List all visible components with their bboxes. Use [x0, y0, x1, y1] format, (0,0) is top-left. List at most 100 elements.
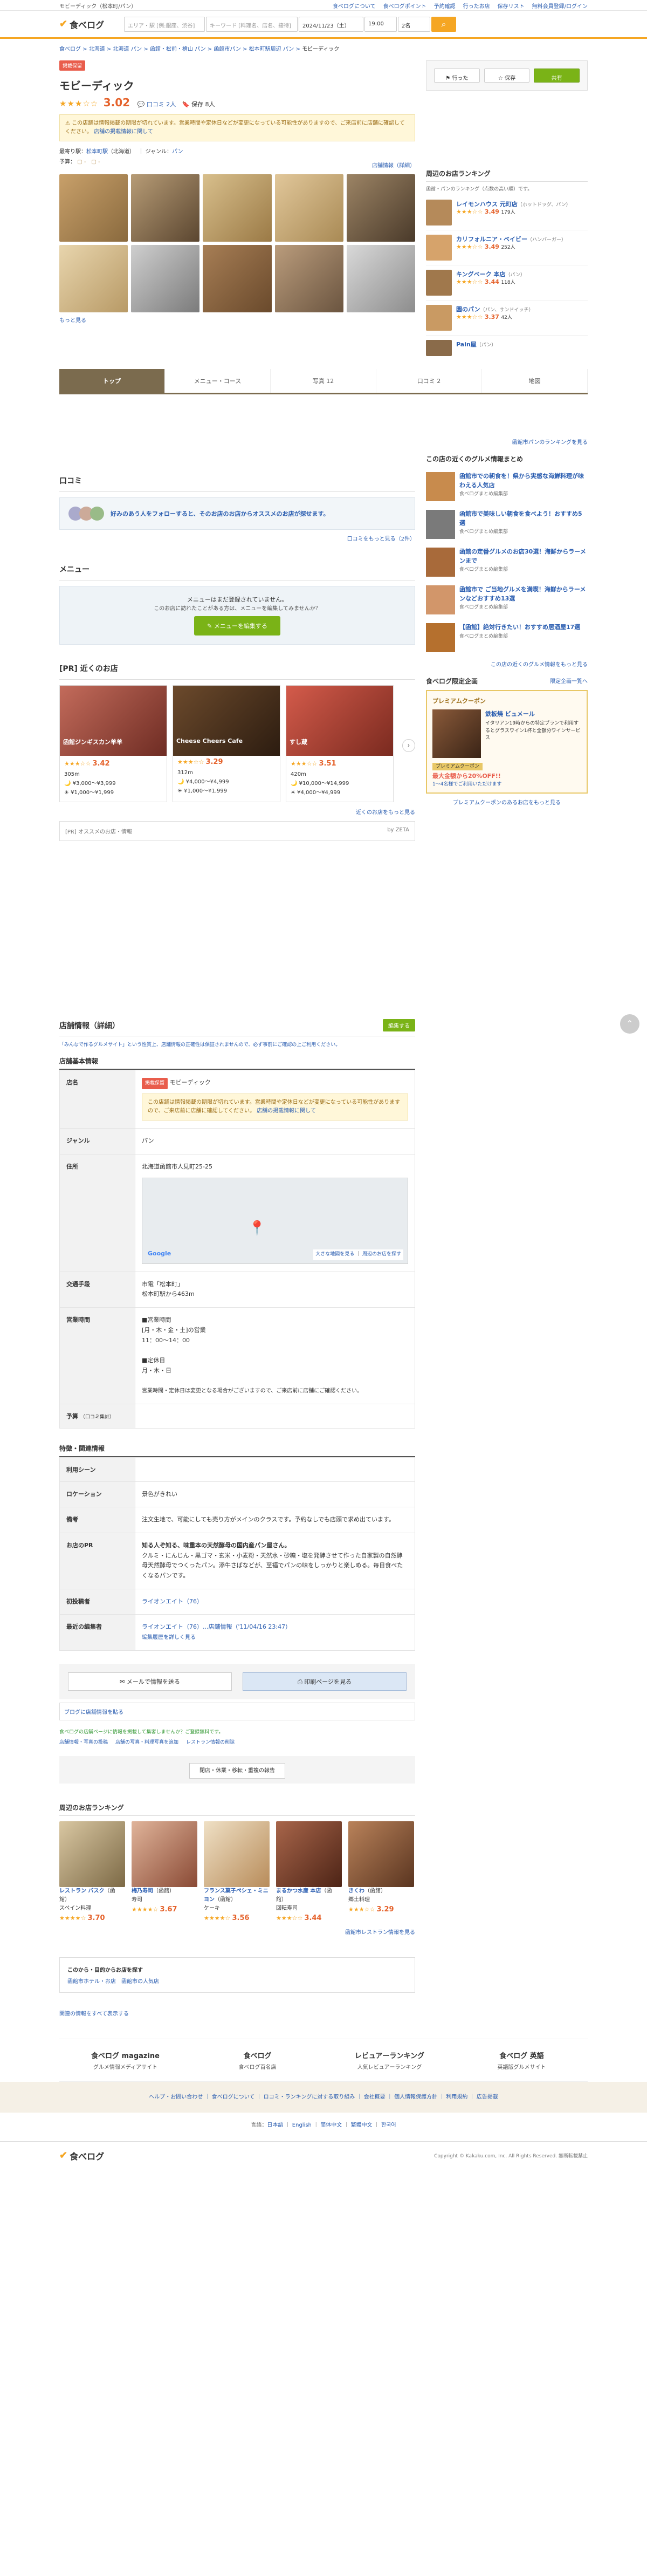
footer-promo-item[interactable]: 食べログ 食べログ百名店 — [204, 2050, 312, 2071]
guide-item[interactable]: 函館の定番グルメのお店30選！海鮮からラーメンまで 食べログまとめ編集部 — [426, 543, 588, 581]
breadcrumb-item[interactable]: 北海道 — [89, 46, 105, 52]
date-select[interactable]: 2024/11/23（土） — [299, 16, 363, 32]
ranking-cards: レストラン バスク（函館） スペイン料理 ★★★★☆ 3.70 梅乃寿司（函館） 寿司… — [59, 1821, 415, 1924]
photo-thumb[interactable] — [346, 245, 415, 312]
footer-logo[interactable]: ✔ 食べログ — [59, 2149, 119, 2162]
tab-menu[interactable]: メニュー・コース — [165, 369, 271, 393]
more-photos-link[interactable]: もっと見る — [59, 318, 86, 324]
photo-thumb[interactable] — [274, 174, 343, 242]
scroll-top-icon[interactable]: ⌃ — [620, 1014, 639, 1034]
closed-report-button[interactable]: 閉店・休業・移転・重複の報告 — [189, 1762, 285, 1779]
restaurant-tabs: トップ メニュー・コース 写真 12 口コミ 2 地図 — [59, 369, 588, 394]
save-button[interactable]: ☆ 保存 — [484, 69, 530, 83]
share-button[interactable]: 共有 — [534, 69, 580, 83]
photo-thumb[interactable] — [59, 174, 128, 242]
delete-info-link[interactable]: レストラン情報の削除 — [186, 1738, 235, 1745]
ranking-card[interactable]: まるかつ水産 本店（函館） 回転寿司 ★★★☆☆ 3.44 — [276, 1821, 342, 1924]
photo-thumb[interactable] — [131, 245, 200, 312]
visited-link[interactable]: 行ったお店 — [463, 2, 490, 10]
photo-thumb[interactable] — [131, 174, 200, 242]
side-rank-item[interactable]: レイモンハウス 元町店（ホットドッグ、パン） ★★★☆☆ 3.49 179人 — [426, 195, 588, 230]
breadcrumb-item[interactable]: 松本町駅周辺 パン — [249, 46, 294, 52]
side-rank-item[interactable]: 園のパン（パン、サンドイッチ） ★★★☆☆ 3.37 42人 — [426, 300, 588, 336]
photo-thumb[interactable] — [274, 245, 343, 312]
side-rank-item[interactable]: カリフォルニア・ベイビー（ハンバーガー） ★★★☆☆ 3.49 252人 — [426, 230, 588, 265]
print-button[interactable]: ⎙ 印刷ページを見る — [243, 1672, 407, 1691]
suggest-link[interactable]: 函館市ホテル・お店 — [67, 1979, 116, 1985]
footer-promo-item[interactable]: レビュアーランキング 人気レビュアーランキング — [336, 2050, 444, 2071]
tab-photos[interactable]: 写真 12 — [271, 369, 376, 393]
premium-list-link[interactable]: 限定企画一覧へ — [550, 677, 588, 686]
ranking-card[interactable]: きくわ（函館） 郷土料理 ★★★☆☆ 3.29 — [348, 1821, 414, 1924]
breadcrumb-item[interactable]: 食べログ — [59, 46, 81, 52]
feature-title: 特徴・関連情報 — [59, 1429, 415, 1457]
tabelog-logo[interactable]: ✔ 食べログ — [59, 18, 119, 31]
tab-top[interactable]: トップ — [59, 369, 165, 393]
follow-promo[interactable]: 好みのあう人をフォローすると、そのお店のお店からオススメのお店が探せます。 — [59, 497, 415, 530]
ranking-more-link[interactable]: 函館市レストラン情報を見る — [345, 1930, 415, 1936]
suggest-box: このから・目的からお店を探す 函館市ホテル・お店 函館市の人気店 — [59, 1957, 415, 1993]
footer-promo-item[interactable]: 食べログ 英語 英語版グルメサイト — [468, 2050, 576, 2071]
guide-item[interactable]: 【函館】絶対行きたい！おすすめ居酒屋17選 食べログまとめ編集部 — [426, 619, 588, 657]
saved-list-link[interactable]: 保存リスト — [498, 2, 525, 10]
side-rank-item[interactable]: キングベーク 本店（パン） ★★★☆☆ 3.44 118人 — [426, 265, 588, 300]
guide-item[interactable]: 函館市で美味しい朝食を食べよう！おすすめ5選 食べログまとめ編集部 — [426, 505, 588, 543]
reservation-link[interactable]: 予約確認 — [434, 2, 456, 10]
guide-title: この店の近くのグルメ情報まとめ — [426, 455, 524, 463]
more-reviews-link[interactable]: 口コミをもっと見る（2件） — [347, 536, 415, 542]
people-select[interactable]: 2名 — [398, 16, 430, 32]
add-photo-link[interactable]: 店舗の写真・料理写真を追加 — [115, 1738, 178, 1745]
premium-more-link[interactable]: プレミアムクーポンのあるお店をもっと見る — [453, 800, 561, 806]
breadcrumb-item[interactable]: 北海道 パン — [113, 46, 142, 52]
tab-reviews[interactable]: 口コミ 2 — [376, 369, 482, 393]
nearby-title: [PR] 近くのお店 — [59, 658, 415, 680]
about-link[interactable]: 食べログについて — [333, 2, 376, 10]
blog-button[interactable]: ブログに店舗情報を貼る — [59, 1702, 415, 1720]
photo-thumb[interactable] — [203, 245, 272, 312]
keyword-input[interactable]: キーワード [料理名、店名、接待] — [206, 16, 298, 32]
detail-genre: パン — [135, 1128, 415, 1155]
search-button[interactable]: ⌕ — [431, 16, 456, 32]
review-count[interactable]: 口コミ 2人 — [147, 101, 176, 108]
premium-coupon-box[interactable]: プレミアムクーポン 鉄板焼 ビュメール イタリアン19時からの特定プランで利用する… — [426, 690, 588, 794]
breadcrumb-item[interactable]: 函館・松前・檜山 パン — [150, 46, 206, 52]
time-select[interactable]: 19:00 — [364, 16, 397, 32]
map[interactable]: 📍 Google 大きな地図を見る ｜ 周辺のお店を探す — [142, 1177, 408, 1264]
points-link[interactable]: 食べログポイント — [383, 2, 426, 10]
station-link[interactable]: 松本町駅 — [86, 149, 108, 155]
carousel-next-icon[interactable]: › — [402, 739, 415, 752]
rating-stars: ★★★☆☆ — [59, 99, 99, 108]
tab-map[interactable]: 地図 — [482, 369, 588, 393]
suggest-link[interactable]: 函館市の人気店 — [121, 1979, 159, 1985]
detail-link[interactable]: 店舗情報（詳細） — [372, 163, 415, 169]
guide-item[interactable]: 函館市での朝食を！県から実感な海鮮料理が味わえる人気店 食べログまとめ編集部 — [426, 468, 588, 505]
guide-more-link[interactable]: この店の近くのグルメ情報をもっと見る — [491, 662, 588, 668]
footer-promo-item[interactable]: 食べログ magazine グルメ情報メディアサイト — [72, 2050, 180, 2071]
side-rank-more-link[interactable]: 函館市パンのランキングを見る — [512, 440, 588, 446]
mail-button[interactable]: ✉ メールで情報を送る — [68, 1672, 232, 1691]
genre-link[interactable]: パン — [172, 149, 183, 155]
photo-thumb[interactable] — [346, 174, 415, 242]
warning-link[interactable]: 店舗の掲載情報に関して — [94, 129, 153, 135]
edit-menu-button[interactable]: ✎ メニューを編集する — [194, 616, 280, 636]
guide-item[interactable]: 函館市で ご当地グルメを満喫！海鮮からラーメンなどおすすめ13選 食べログまとめ編… — [426, 581, 588, 619]
ranking-card[interactable]: フランス菓子ペシェ・ミニヨン（函館） ケーキ ★★★★☆ 3.56 — [204, 1821, 270, 1924]
post-info-link[interactable]: 店舗情報・写真の投稿 — [59, 1738, 108, 1745]
side-rank-item[interactable]: Pain屋（パン） — [426, 336, 588, 360]
photo-thumb[interactable] — [59, 245, 128, 312]
all-info-link[interactable]: 関連の情報をすべて表示する — [59, 2011, 129, 2017]
detail-edit-button[interactable]: 編集する — [383, 1019, 415, 1032]
went-button[interactable]: ⚑ 行った — [434, 69, 480, 83]
print-icon: ⎙ — [297, 1678, 305, 1685]
nearby-card[interactable]: すし蔵 ★★★☆☆ 3.51 420m 🌙 ¥10,000～¥14,999 ☀ ¥4,… — [286, 685, 394, 803]
status-badge: 掲載保留 — [59, 60, 86, 71]
login-link[interactable]: 無料会員登録/ログイン — [532, 2, 588, 10]
ranking-card[interactable]: レストラン バスク（函館） スペイン料理 ★★★★☆ 3.70 — [59, 1821, 125, 1924]
area-input[interactable]: エリア・駅 [例:銀座、渋谷] — [124, 16, 205, 32]
nearby-more-link[interactable]: 近くのお店をもっと見る — [356, 810, 415, 816]
nearby-card[interactable]: Cheese Cheers Cafe ★★★☆☆ 3.29 312m 🌙 ¥4,00… — [173, 685, 280, 803]
ranking-card[interactable]: 梅乃寿司（函館） 寿司 ★★★★☆ 3.67 — [132, 1821, 197, 1924]
breadcrumb-item[interactable]: 函館市パン — [214, 46, 241, 52]
nearby-card[interactable]: 函館ジンギスカン羊羊 ★★★☆☆ 3.42 305m 🌙 ¥3,000～¥3,999… — [59, 685, 167, 803]
photo-thumb[interactable] — [203, 174, 272, 242]
